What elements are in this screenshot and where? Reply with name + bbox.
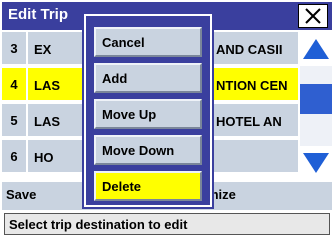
close-button[interactable] — [298, 4, 328, 28]
scroll-up-arrow-icon — [303, 39, 329, 59]
close-icon — [305, 8, 321, 24]
row-name-left: LAS — [34, 78, 60, 93]
menu-item-cancel[interactable]: Cancel — [94, 27, 202, 57]
gps-screen: Edit Trip 3 EX AND CASII 4 LAS NTION CEN… — [2, 2, 332, 238]
row-name-right: NTION CEN — [216, 78, 288, 93]
row-number: 6 — [2, 140, 28, 172]
row-name-left: LAS — [34, 114, 60, 129]
scroll-down-button[interactable] — [300, 146, 332, 180]
row-number: 4 — [2, 68, 28, 100]
scroll-down-arrow-icon — [303, 153, 329, 173]
context-menu: Cancel Add Move Up Move Down Delete — [82, 12, 214, 209]
row-number: 3 — [2, 32, 28, 64]
menu-item-move-down[interactable]: Move Down — [94, 135, 202, 165]
scroll-up-button[interactable] — [300, 32, 332, 66]
menu-item-add[interactable]: Add — [94, 63, 202, 93]
scrollbar-thumb[interactable] — [300, 84, 332, 114]
row-name-left: HO — [34, 150, 54, 165]
window-title: Edit Trip — [8, 6, 68, 23]
row-name-right: HOTEL AN — [216, 114, 282, 129]
row-name-right: AND CASII — [216, 42, 283, 57]
row-name-left: EX — [34, 42, 52, 57]
status-bar: Select trip destination to edit — [4, 213, 330, 235]
save-button[interactable]: Save — [6, 187, 36, 202]
menu-item-delete[interactable]: Delete — [94, 171, 202, 201]
menu-item-move-up[interactable]: Move Up — [94, 99, 202, 129]
row-number: 5 — [2, 104, 28, 136]
